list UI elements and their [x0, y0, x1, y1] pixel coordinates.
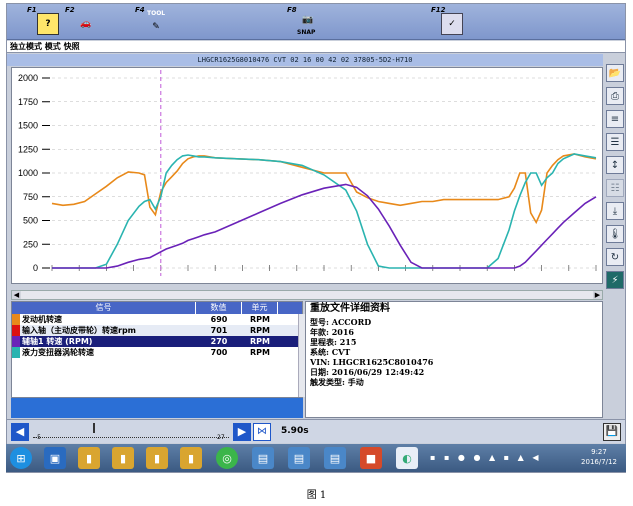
table-header: 信号 数值 单元	[12, 302, 302, 314]
f12-exit-button[interactable]: F12 ✓	[431, 6, 471, 38]
forward-button[interactable]: ▶	[233, 423, 251, 441]
function-key-toolbar: F1 ? F2 🚗 F4 TOOL ✎ F8 📷 SNAP F12 ✓	[7, 4, 625, 40]
y-tick-label: 1750	[18, 97, 38, 107]
save-icon[interactable]: 💾	[603, 423, 621, 441]
f4-tool-button[interactable]: F4 TOOL ✎	[135, 6, 175, 38]
scan-app-icon[interactable]: ◐	[396, 447, 418, 469]
f8-snapshot-button[interactable]: F8 📷 SNAP	[287, 6, 327, 38]
table-row[interactable]: 发动机转速 690 RPM	[12, 314, 302, 325]
mode-label: 独立模式 模式 快照	[7, 41, 625, 53]
series-line-1	[52, 153, 597, 269]
y-tick-label: 500	[23, 216, 38, 226]
f1-help-button[interactable]: F1 ?	[27, 6, 61, 38]
window-icon[interactable]: ▤	[252, 447, 274, 469]
start-button-icon[interactable]: ⊞	[10, 447, 32, 469]
scroll-left-arrow-icon[interactable]: ◀	[12, 291, 21, 299]
table-row[interactable]: 液力变扭器涡轮转速 700 RPM	[12, 347, 302, 358]
chart-horizontal-scrollbar[interactable]: ◀ ▶	[11, 290, 603, 300]
car-icon: 🚗	[80, 19, 92, 29]
y-tick-label: 750	[23, 192, 38, 202]
help-icon: ?	[37, 13, 59, 35]
select-signal-icon[interactable]: ≡	[606, 110, 624, 128]
y-tick-label: 250	[23, 239, 38, 249]
playback-bar: ◀ -5 27 ▶ ⋈ 5.90s 💾	[7, 419, 625, 443]
folder-icon[interactable]: ▮	[146, 447, 168, 469]
y-tick-label: 0	[33, 263, 38, 273]
playback-slider[interactable]	[33, 426, 229, 438]
taskbar-app-icon[interactable]: ▣	[44, 447, 66, 469]
table-row-selected[interactable]: 辅轴1 转速 (RPM) 270 RPM	[12, 336, 302, 347]
thermometer-trigger-icon[interactable]: 🌡	[606, 225, 624, 243]
refresh-icon[interactable]: ↻	[606, 248, 624, 266]
window-icon[interactable]: ▤	[288, 447, 310, 469]
right-tool-palette: 📂 ⎙ ≡ ☰ ↕ ☷ ⤓ 🌡 ↻ ⚡	[605, 54, 625, 474]
series-color-swatch	[12, 336, 20, 347]
office-icon[interactable]: ■	[360, 447, 382, 469]
y-tick-label: 2000	[18, 73, 38, 83]
clock[interactable]: 9:27 2016/7/12	[576, 447, 622, 467]
y-tick-label: 1000	[18, 168, 38, 178]
open-folder-icon[interactable]: 📂	[606, 64, 624, 82]
scroll-right-arrow-icon[interactable]: ▶	[593, 291, 602, 299]
y-tick-label: 1250	[18, 144, 38, 154]
marker-icon[interactable]: ⚡	[606, 271, 624, 289]
folder-icon[interactable]: ▮	[78, 447, 100, 469]
table-row[interactable]: 输入轴（主动皮带轮）转速rpm 701 RPM	[12, 325, 302, 336]
f2-vehicle-button[interactable]: F2 🚗	[65, 6, 99, 38]
jump-marker-button[interactable]: ⋈	[253, 423, 271, 441]
exit-icon: ✓	[441, 13, 463, 35]
replay-file-details: 重放文件详细资料 型号: ACCORD 年款: 2016 里程表: 215 系统…	[305, 301, 603, 418]
zoom-signal-icon[interactable]: ⤓	[606, 202, 624, 220]
rewind-button[interactable]: ◀	[11, 423, 29, 441]
figure-caption: 图 1	[306, 490, 327, 501]
browser-icon[interactable]: ◎	[216, 447, 238, 469]
series-color-swatch	[12, 325, 20, 336]
camera-icon: 📷	[302, 15, 314, 25]
scan-tool-window: F1 ? F2 🚗 F4 TOOL ✎ F8 📷 SNAP F12 ✓ 独立模式…	[6, 3, 626, 473]
split-graph-icon[interactable]: ↕	[606, 156, 624, 174]
series-color-swatch	[12, 314, 20, 325]
folder-icon[interactable]: ▮	[180, 447, 202, 469]
grid-icon[interactable]: ☷	[606, 179, 624, 197]
signal-table: 信号 数值 单元 发动机转速 690 RPM 输入轴（主动皮带轮）转速rpm 7…	[11, 301, 306, 398]
time-readout: 5.90s	[281, 426, 309, 436]
print-icon[interactable]: ⎙	[606, 87, 624, 105]
slider-thumb[interactable]	[93, 423, 95, 433]
y-tick-label: 1500	[18, 121, 38, 131]
window-icon[interactable]: ▤	[324, 447, 346, 469]
chart-svg: 0 250 500 750 1000 1250 1500 1750 2000	[18, 70, 597, 276]
series-color-swatch	[12, 347, 20, 358]
list-view-icon[interactable]: ☰	[606, 133, 624, 151]
folder-icon[interactable]: ▮	[112, 447, 134, 469]
windows-taskbar: ⊞ ▣ ▮ ▮ ▮ ▮ ◎ ▤ ▤ ▤ ■ ◐ ▪ ▪ ● ● ▲ ▪ ▲ ◀ …	[6, 444, 626, 472]
status-panel	[11, 398, 303, 418]
vin-header: LHGCR1625G8010476 CVT 02 16 00 42 02 378…	[7, 54, 603, 66]
tool-icon: ✎	[152, 22, 160, 32]
system-tray-icons[interactable]: ▪ ▪ ● ● ▲ ▪ ▲ ◀	[430, 453, 541, 462]
rpm-line-chart: 0 250 500 750 1000 1250 1500 1750 2000	[11, 67, 603, 284]
